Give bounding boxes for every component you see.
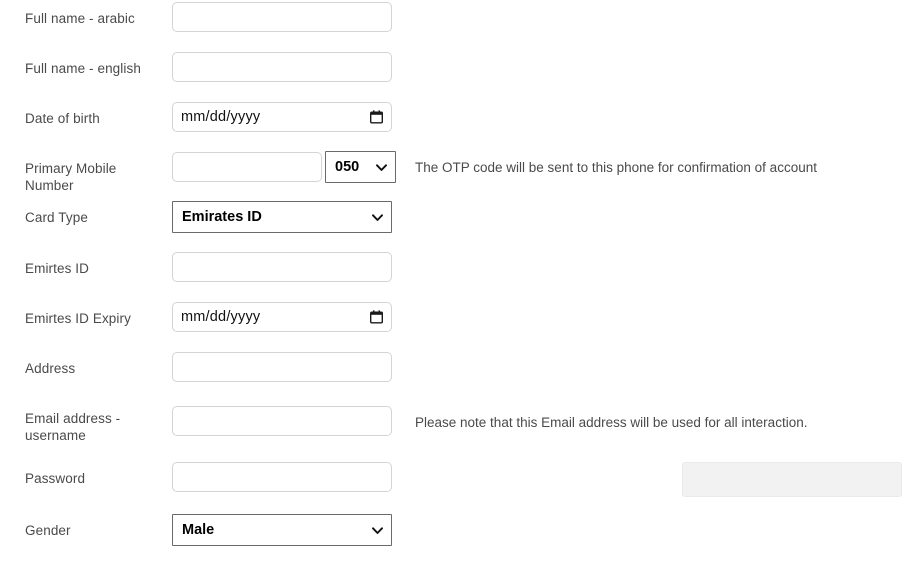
control-zone-card-type: Emirates ID bbox=[172, 201, 392, 233]
input-password[interactable] bbox=[172, 462, 392, 492]
date-input-emirtes-id-expiry[interactable]: mm/dd/yyyy bbox=[172, 302, 392, 332]
calendar-icon[interactable] bbox=[370, 310, 383, 324]
form-row-emirtes-id-expiry: Emirtes ID Expiry mm/dd/yyyy bbox=[0, 302, 913, 352]
control-zone-primary-mobile-number: 050 bbox=[172, 151, 396, 183]
form-row-primary-mobile-number: Primary Mobile Number 050 The OTP code wil… bbox=[0, 151, 913, 202]
chevron-down-icon bbox=[371, 524, 384, 537]
date-value-emirtes-id-expiry: mm/dd/yyyy bbox=[181, 309, 261, 325]
select-card-type[interactable]: Emirates ID bbox=[172, 201, 392, 233]
date-input-date-of-birth[interactable]: mm/dd/yyyy bbox=[172, 102, 392, 132]
select-mobile-prefix[interactable]: 050 bbox=[325, 151, 396, 183]
control-zone-date-of-birth: mm/dd/yyyy bbox=[172, 102, 392, 132]
label-address: Address bbox=[25, 361, 76, 376]
select-value-gender: Male bbox=[182, 522, 215, 538]
form-row-emirtes-id: Emirtes ID bbox=[0, 252, 913, 302]
select-value-mobile-prefix: 050 bbox=[335, 159, 360, 175]
label-emirtes-id-expiry: Emirtes ID Expiry bbox=[25, 311, 131, 326]
password-hint-panel bbox=[682, 462, 902, 497]
form-row-card-type: Card Type Emirates ID bbox=[0, 201, 913, 251]
control-zone-password bbox=[172, 462, 392, 492]
hint-primary-mobile-number: The OTP code will be sent to this phone … bbox=[415, 160, 817, 175]
label-emirtes-id: Emirtes ID bbox=[25, 261, 90, 276]
label-password: Password bbox=[25, 471, 86, 486]
date-value-date-of-birth: mm/dd/yyyy bbox=[181, 109, 261, 125]
mobile-number-group: 050 bbox=[172, 151, 396, 183]
label-card-type: Card Type bbox=[25, 210, 88, 225]
chevron-down-icon bbox=[375, 161, 388, 174]
input-full-name-english[interactable] bbox=[172, 52, 392, 82]
calendar-icon[interactable] bbox=[370, 110, 383, 124]
input-address[interactable] bbox=[172, 352, 392, 382]
control-zone-full-name-english bbox=[172, 52, 392, 82]
form-row-address: Address bbox=[0, 352, 913, 402]
control-zone-emirtes-id bbox=[172, 252, 392, 282]
control-zone-address bbox=[172, 352, 392, 382]
label-full-name-arabic: Full name - arabic bbox=[25, 11, 135, 26]
label-gender: Gender bbox=[25, 523, 71, 538]
form-row-gender: Gender Male bbox=[0, 514, 913, 564]
control-zone-full-name-arabic bbox=[172, 2, 392, 32]
input-emirtes-id[interactable] bbox=[172, 252, 392, 282]
select-gender[interactable]: Male bbox=[172, 514, 392, 546]
input-primary-mobile-number[interactable] bbox=[172, 152, 322, 182]
input-full-name-arabic[interactable] bbox=[172, 2, 392, 32]
label-full-name-english: Full name - english bbox=[25, 61, 141, 76]
form-row-date-of-birth: Date of birth mm/dd/yyyy bbox=[0, 102, 913, 152]
chevron-down-icon bbox=[371, 211, 384, 224]
label-date-of-birth: Date of birth bbox=[25, 111, 100, 126]
hint-email-address-username: Please note that this Email address will… bbox=[415, 415, 808, 430]
form-row-email-address-username: Email address - username Please note that… bbox=[0, 406, 913, 456]
select-value-card-type: Emirates ID bbox=[182, 209, 262, 225]
control-zone-email-address-username bbox=[172, 406, 392, 436]
control-zone-emirtes-id-expiry: mm/dd/yyyy bbox=[172, 302, 392, 332]
form-row-full-name-english: Full name - english bbox=[0, 52, 913, 102]
label-email-address-username: Email address - username bbox=[25, 411, 121, 443]
form-row-full-name-arabic: Full name - arabic bbox=[0, 2, 913, 52]
label-primary-mobile-number: Primary Mobile Number bbox=[25, 161, 117, 193]
control-zone-gender: Male bbox=[172, 514, 392, 546]
input-email-address-username[interactable] bbox=[172, 406, 392, 436]
